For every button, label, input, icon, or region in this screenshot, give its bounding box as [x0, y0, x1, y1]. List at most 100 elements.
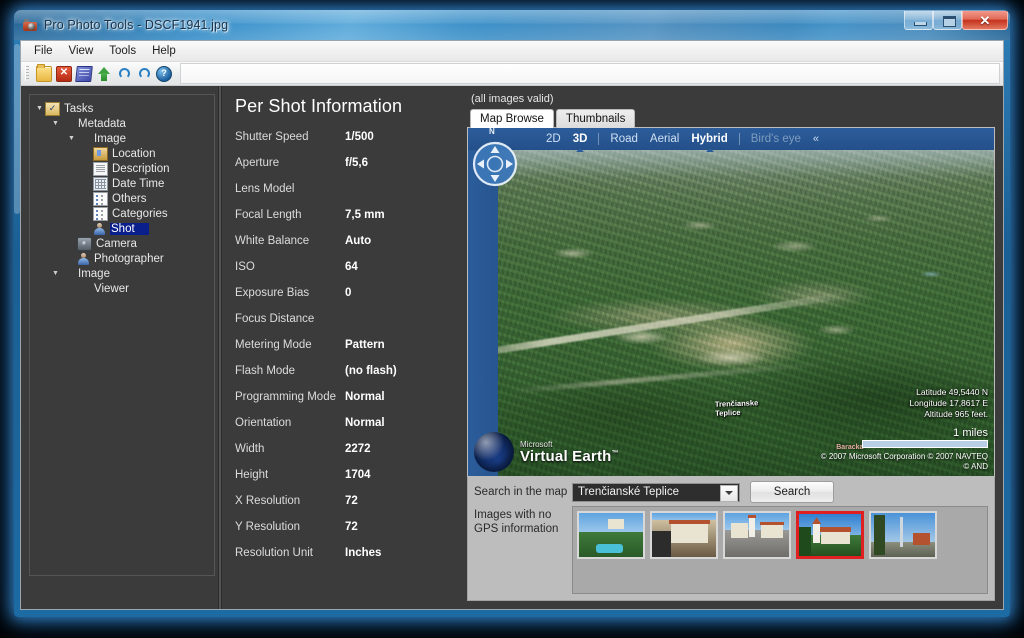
map-mode-birds-eye[interactable]: Bird's eye [751, 133, 801, 145]
metadata-label: Exposure Bias [235, 287, 310, 299]
metadata-value: Normal [345, 391, 385, 403]
search-input[interactable]: Trenčianské Teplice [572, 482, 740, 502]
tree-item-image[interactable]: ▼ Image [30, 266, 214, 281]
map-mode-road[interactable]: Road [610, 133, 638, 145]
tree-item-shot[interactable]: Shot [30, 221, 214, 236]
metadata-value: 0 [345, 287, 352, 299]
map-town-label: Trenčianske Teplice [715, 398, 759, 418]
metadata-value: Pattern [345, 339, 385, 351]
toolbar-grip[interactable] [25, 66, 29, 81]
open-folder-button[interactable] [34, 63, 54, 83]
application-window: Pro Photo Tools - DSCF1941.jpg ✕ File Vi… [14, 10, 1010, 617]
thumbnail-pool[interactable] [577, 511, 645, 559]
remove-button[interactable] [54, 64, 74, 83]
edit-metadata-button[interactable] [74, 64, 94, 83]
expander-icon[interactable]: ▼ [66, 131, 77, 146]
tasks-pane: ▼Tasks▼Metadata▼ImageLocationDescription… [21, 86, 215, 609]
thumbnail-building[interactable] [650, 511, 718, 559]
tree-item-image[interactable]: ▼ Image [30, 131, 214, 146]
tab-thumbnails[interactable]: Thumbnails [555, 109, 636, 128]
page-title: Per Shot Information [235, 96, 403, 116]
tree-item-label: Image [78, 267, 110, 280]
tree-item-location[interactable]: Location [30, 146, 214, 161]
map-mode-aerial[interactable]: Aerial [650, 133, 679, 145]
close-button[interactable]: ✕ [962, 11, 1008, 30]
tree-item-description[interactable]: Description [30, 161, 214, 176]
metadata-label: Width [235, 443, 265, 455]
divider [598, 133, 600, 145]
metadata-value: 72 [345, 521, 358, 533]
menu-view[interactable]: View [61, 43, 102, 59]
tree-item-label: Metadata [78, 117, 126, 130]
search-button[interactable]: Search [750, 481, 834, 503]
thumbnail-square[interactable] [723, 511, 791, 559]
tree-item-camera[interactable]: Camera [30, 236, 214, 251]
map-mode-hybrid[interactable]: Hybrid [691, 133, 727, 145]
tree-icon-placeholder [77, 283, 90, 295]
map-pane: (all images valid) Map Browse Thumbnails [461, 86, 1003, 609]
person-icon [93, 222, 106, 235]
validation-status: (all images valid) [471, 93, 554, 105]
tree-item-photographer[interactable]: Photographer [30, 251, 214, 266]
map-mode-bar: 2D 3D Road Aerial Hybrid Bird's eye « [468, 128, 994, 150]
redo-button[interactable] [134, 64, 154, 83]
metadata-row: ISO 64 [235, 261, 461, 287]
tasks-tree[interactable]: ▼Tasks▼Metadata▼ImageLocationDescription… [29, 94, 215, 576]
thumbnail-street[interactable] [869, 511, 937, 559]
map-viewport[interactable]: 2D 3D Road Aerial Hybrid Bird's eye « N … [467, 127, 995, 477]
map-mode-3d[interactable]: 3D [573, 133, 588, 145]
metadata-row: Lens Model [235, 183, 461, 209]
help-icon [156, 65, 172, 82]
search-label: Search in the map [474, 486, 568, 498]
thumbnail-church[interactable] [796, 511, 864, 559]
tree-item-viewer[interactable]: Viewer [30, 281, 214, 296]
thumbnail-strip[interactable] [572, 506, 988, 594]
metadata-row: Y Resolution 72 [235, 521, 461, 547]
metadata-label: Resolution Unit [235, 547, 313, 559]
scale-line [862, 440, 988, 448]
undo-button[interactable] [114, 64, 134, 83]
minimize-button[interactable] [904, 11, 933, 30]
gps-label-line1: Images with no [474, 509, 552, 521]
tree-icon-placeholder [61, 118, 74, 130]
tree-item-others[interactable]: Others [30, 191, 214, 206]
collapse-icon[interactable]: « [813, 133, 819, 145]
tree-item-label: Camera [96, 237, 137, 250]
gps-row: Images with no GPS information [468, 503, 994, 600]
metadata-value: Auto [345, 235, 372, 247]
metadata-row: X Resolution 72 [235, 495, 461, 521]
tree-icon-placeholder [77, 133, 90, 145]
expander-icon[interactable]: ▼ [34, 101, 45, 116]
calendar-grid-icon [93, 176, 108, 191]
metadata-value: f/5,6 [345, 157, 369, 169]
tree-item-tasks[interactable]: ▼ Tasks [30, 101, 214, 116]
tree-item-label: Photographer [94, 252, 164, 265]
chevron-down-icon[interactable] [720, 484, 738, 502]
globe-icon [474, 432, 514, 472]
metadata-pane: Per Shot Information Shutter Speed 1/500 A… [225, 86, 461, 609]
titlebar[interactable]: Pro Photo Tools - DSCF1941.jpg ✕ [14, 10, 1010, 40]
metadata-row: Height 1704 [235, 469, 461, 495]
help-button[interactable] [154, 64, 174, 83]
menu-file[interactable]: File [26, 43, 61, 59]
pane-splitter[interactable] [215, 86, 225, 609]
tree-item-date-time[interactable]: Date Time [30, 176, 214, 191]
expander-icon[interactable]: ▼ [50, 116, 61, 131]
tree-item-label: Tasks [64, 102, 94, 115]
menu-help[interactable]: Help [144, 43, 184, 59]
tree-item-categories[interactable]: Categories [30, 206, 214, 221]
metadata-value: 1704 [345, 469, 371, 481]
metadata-row: Orientation Normal [235, 417, 461, 443]
map-mode-2d[interactable]: 2D [546, 133, 561, 145]
tree-item-metadata[interactable]: ▼ Metadata [30, 116, 214, 131]
metadata-label: Shutter Speed [235, 131, 309, 143]
trademark-mark: ™ [611, 449, 619, 457]
pan-compass-control[interactable] [468, 134, 523, 190]
expander-icon[interactable]: ▼ [50, 266, 61, 281]
undo-arrow-icon [118, 68, 130, 79]
maximize-button[interactable] [933, 11, 962, 30]
tree-item-label: Others [112, 192, 147, 205]
menu-tools[interactable]: Tools [101, 43, 144, 59]
upload-button[interactable] [94, 64, 114, 83]
tab-map-browse[interactable]: Map Browse [470, 109, 554, 128]
